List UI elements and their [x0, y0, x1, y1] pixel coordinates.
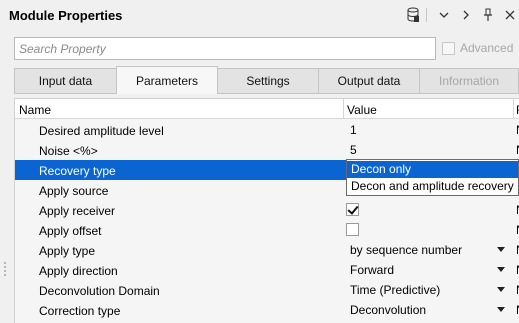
row-value[interactable]: 1 — [350, 123, 357, 137]
search-input[interactable] — [15, 38, 435, 59]
row-value[interactable]: 5 — [350, 143, 357, 157]
column-header-value[interactable]: Value — [347, 103, 377, 117]
dropdown-option-decon-and-amplitude-recovery[interactable]: Decon and amplitude recovery — [347, 178, 518, 195]
tab-information: Information — [419, 68, 519, 93]
tab-label: Input data — [38, 74, 93, 88]
tab-label: Parameters — [135, 73, 199, 88]
tab-divider — [14, 93, 519, 94]
dropdown-arrow-icon[interactable] — [497, 267, 505, 272]
grid-row-desired-amplitude-level[interactable]: Desired amplitude level 1 N — [15, 120, 519, 140]
grid-row-apply-direction[interactable]: Apply direction Forward N — [15, 260, 519, 280]
title-bar-icons — [400, 6, 519, 24]
window-title: Module Properties — [9, 8, 123, 23]
row-name: Desired amplitude level — [39, 124, 164, 138]
apply-type-select[interactable]: by sequence number — [350, 243, 462, 257]
grid-row-noise[interactable]: Noise <%> 5 N — [15, 140, 519, 160]
grid-row-apply-offset[interactable]: Apply offset N — [15, 220, 519, 240]
tab-label: Information — [438, 74, 500, 88]
grid-row-apply-receiver[interactable]: Apply receiver N — [15, 200, 519, 220]
grid-header: Name Value R — [15, 99, 519, 119]
row-name: Deconvolution Domain — [39, 284, 160, 298]
row-name: Apply offset — [39, 224, 102, 238]
column-header-name[interactable]: Name — [19, 103, 51, 117]
apply-offset-checkbox[interactable] — [346, 223, 359, 236]
apply-receiver-checkbox[interactable] — [346, 203, 359, 216]
title-bar: Module Properties — [0, 0, 519, 32]
row-name: Apply receiver — [39, 204, 116, 218]
row-name: Noise <%> — [39, 144, 98, 158]
grid-row-deconvolution-domain[interactable]: Deconvolution Domain Time (Predictive) N — [15, 280, 519, 300]
recovery-type-dropdown-list: Decon only Decon and amplitude recovery — [346, 159, 519, 196]
row-name: Apply type — [39, 244, 96, 258]
tab-bar: Input data Parameters Settings Output da… — [14, 66, 519, 94]
row-name: Apply direction — [39, 264, 118, 278]
tab-label: Output data — [337, 74, 401, 88]
grid-row-correction-type[interactable]: Correction type Deconvolution N — [15, 300, 519, 320]
tab-parameters[interactable]: Parameters — [116, 66, 218, 94]
advanced-label: Advanced — [460, 41, 514, 55]
tab-label: Settings — [246, 74, 290, 88]
pin-icon[interactable] — [479, 6, 497, 24]
column-separator[interactable] — [343, 99, 344, 119]
dropdown-arrow-icon[interactable] — [497, 307, 505, 312]
dropdown-arrow-icon[interactable] — [497, 247, 505, 252]
search-field[interactable] — [14, 37, 436, 60]
grid-row-apply-type[interactable]: Apply type by sequence number N — [15, 240, 519, 260]
toolbar-separator — [426, 8, 427, 22]
resize-gripper-icon[interactable] — [4, 262, 6, 276]
column-separator[interactable] — [513, 99, 514, 119]
row-name: Recovery type — [39, 164, 116, 178]
row-name: Apply source — [39, 184, 109, 198]
dropdown-arrow-icon[interactable] — [497, 287, 505, 292]
advanced-checkbox — [442, 41, 455, 55]
deconvolution-domain-select[interactable]: Time (Predictive) — [350, 283, 440, 297]
close-icon[interactable] — [501, 6, 519, 24]
chevron-right-icon[interactable] — [457, 6, 475, 24]
tab-input-data[interactable]: Input data — [14, 68, 117, 93]
chevron-down-icon[interactable] — [435, 6, 453, 24]
property-grid: Name Value R Desired amplitude level 1 N… — [14, 98, 519, 323]
apply-direction-select[interactable]: Forward — [350, 263, 394, 277]
correction-type-select[interactable]: Deconvolution — [350, 303, 426, 317]
tab-output-data[interactable]: Output data — [318, 68, 420, 93]
dropdown-option-decon-only[interactable]: Decon only — [347, 161, 518, 178]
database-icon[interactable] — [404, 6, 422, 24]
row-name: Correction type — [39, 304, 121, 318]
tab-settings[interactable]: Settings — [217, 68, 319, 93]
advanced-toggle: Advanced — [442, 41, 513, 55]
